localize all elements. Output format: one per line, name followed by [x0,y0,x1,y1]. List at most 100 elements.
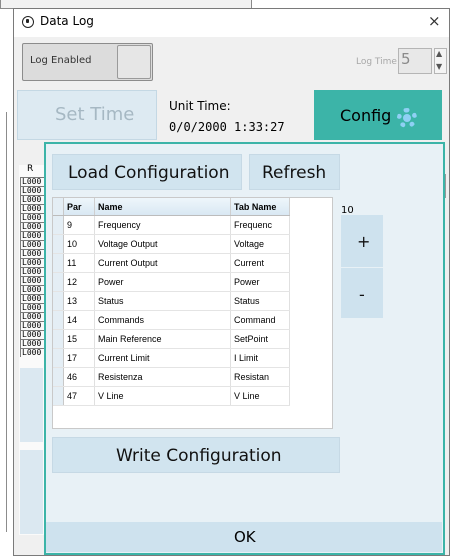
log-list-item[interactable]: L000 [20,321,46,330]
tab-name-cell[interactable]: Frequenc [230,215,290,235]
name-cell[interactable]: Current Limit [94,348,231,368]
column-header-name[interactable]: Name [94,198,231,216]
tab-name-cell[interactable]: Resistan [230,367,290,387]
set-time-label: Set Time [55,104,135,125]
par-cell[interactable]: 11 [63,253,95,273]
par-cell[interactable]: 15 [63,329,95,349]
log-list-item[interactable]: L000 [20,294,46,303]
close-icon[interactable]: × [428,12,441,30]
log-list-item[interactable]: L000 [20,204,46,213]
window-title: Data Log [40,14,94,28]
table-row[interactable]: 17 Current Limit I Limit [53,348,290,368]
parameter-table: Par Name Tab Name 9 Frequency Frequenc 10 Vo… [53,198,290,406]
log-enabled-label: Log Enabled [30,55,92,66]
log-list-item[interactable]: L000 [20,276,46,285]
tab-name-cell[interactable]: Command [230,310,290,330]
row-header[interactable] [53,253,64,273]
name-cell[interactable]: Voltage Output [94,234,231,254]
write-configuration-label: Write Configuration [116,446,282,466]
row-header[interactable] [53,329,64,349]
par-cell[interactable]: 14 [63,310,95,330]
log-list-item[interactable]: L000 [20,258,46,267]
row-header[interactable] [53,367,64,387]
log-list-item[interactable]: L000 [20,177,46,186]
column-header-tab-name[interactable]: Tab Name [230,198,290,216]
tab-name-cell[interactable]: Current [230,253,290,273]
name-cell[interactable]: Resistenza [94,367,231,387]
load-configuration-label: Load Configuration [68,163,230,183]
log-list-item[interactable]: L000 [20,195,46,204]
row-header[interactable] [53,234,64,254]
par-cell[interactable]: 9 [63,215,95,235]
tab-name-cell[interactable]: I Limit [230,348,290,368]
row-header[interactable] [53,291,64,311]
tab-name-cell[interactable]: SetPoint [230,329,290,349]
log-list-block [20,368,43,442]
table-row[interactable]: 10 Voltage Output Voltage [53,234,290,254]
log-list-item[interactable]: L000 [20,303,46,312]
spin-up-icon[interactable]: ▲ [436,49,442,59]
gear-icon [397,108,417,128]
table-row[interactable]: 46 Resistenza Resistan [53,367,290,387]
name-cell[interactable]: Current Output [94,253,231,273]
spin-down-icon[interactable]: ▼ [436,62,442,72]
tab-name-cell[interactable]: Voltage [230,234,290,254]
column-header-par[interactable]: Par [63,198,95,216]
unit-time-value: 0/0/2000 1:33:27 [169,120,285,134]
log-list-item[interactable]: L000 [20,240,46,249]
app-icon [22,16,34,28]
parameter-grid[interactable]: Par Name Tab Name 9 Frequency Frequenc 10 Vo… [52,197,333,429]
tab-name-cell[interactable]: Status [230,291,290,311]
tab-name-cell[interactable]: Power [230,272,290,292]
row-header[interactable] [53,348,64,368]
par-cell[interactable]: 10 [63,234,95,254]
table-row[interactable]: 15 Main Reference SetPoint [53,329,290,349]
par-cell[interactable]: 17 [63,348,95,368]
log-list-item[interactable]: L000 [20,213,46,222]
unit-time-label: Unit Time: [169,99,231,113]
par-cell[interactable]: 47 [63,386,95,406]
par-cell[interactable]: 46 [63,367,95,387]
name-cell[interactable]: Main Reference [94,329,231,349]
name-cell[interactable]: Power [94,272,231,292]
log-list-item[interactable]: L000 [20,222,46,231]
row-header[interactable] [53,310,64,330]
refresh-label: Refresh [262,163,327,183]
table-header-row: Par Name Tab Name [53,198,290,216]
log-list-item[interactable]: L000 [20,348,46,357]
name-cell[interactable]: Commands [94,310,231,330]
table-row[interactable]: 14 Commands Command [53,310,290,330]
name-cell[interactable]: V Line [94,386,231,406]
row-header[interactable] [53,272,64,292]
log-list-item[interactable]: L000 [20,339,46,348]
row-header[interactable] [53,215,64,235]
log-list-item[interactable]: L000 [20,267,46,276]
tab-name-cell[interactable]: V Line [230,386,290,406]
log-list-header: R [27,164,34,174]
plus-label: + [357,232,371,251]
ok-label: OK [234,528,256,546]
log-list-item[interactable]: L000 [20,285,46,294]
table-row[interactable]: 12 Power Power [53,272,290,292]
config-label: Config [340,106,392,125]
log-list-item[interactable]: L000 [20,186,46,195]
par-cell[interactable]: 12 [63,272,95,292]
name-cell[interactable]: Status [94,291,231,311]
log-list-item[interactable]: L000 [20,330,46,339]
name-cell[interactable]: Frequency [94,215,231,235]
table-row[interactable]: 13 Status Status [53,291,290,311]
table-row[interactable]: 11 Current Output Current [53,253,290,273]
log-list-item[interactable]: L000 [20,249,46,258]
table-row[interactable]: 47 V Line V Line [53,386,290,406]
log-list-block [20,450,43,534]
row-header-corner [53,198,64,216]
row-header[interactable] [53,386,64,406]
log-list-item[interactable]: L000 [20,231,46,240]
log-list-item[interactable]: L000 [20,312,46,321]
log-list-rows: L000 L000 L000 L000 L000 L000 L000 L000 L000 L000… [20,177,46,357]
table-row[interactable]: 9 Frequency Frequenc [53,215,290,235]
minus-label: - [359,285,365,304]
log-enabled-indicator[interactable] [117,45,151,79]
par-cell[interactable]: 13 [63,291,95,311]
log-time-value: 5 [401,50,411,68]
